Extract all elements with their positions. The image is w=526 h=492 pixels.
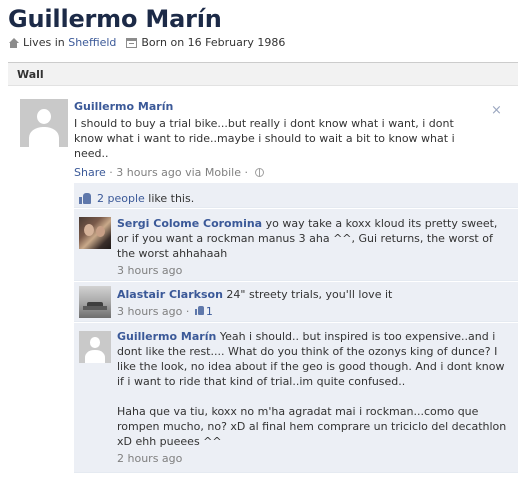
comment-author-link[interactable]: Guillermo Marín xyxy=(117,330,216,343)
commenter-avatar[interactable] xyxy=(79,286,111,318)
post-meta: Share · 3 hours ago via Mobile · xyxy=(74,166,264,179)
birthday-label: Born on 16 February 1986 xyxy=(141,36,286,49)
house-icon xyxy=(8,37,19,48)
comment-meta: 3 hours ago · 1 xyxy=(117,304,507,319)
commenter-avatar[interactable] xyxy=(79,217,111,249)
comment-timestamp[interactable]: 3 hours ago xyxy=(117,263,507,278)
comment-like-count[interactable]: 1 xyxy=(206,305,213,318)
profile-name: Guillermo Marín xyxy=(8,5,222,33)
comment-item: Sergi Colome Coromina yo way take a koxx… xyxy=(74,209,518,281)
feedback-section: 2 people like this. Sergi Colome Coromin… xyxy=(74,183,518,473)
comment-text: 24" streety trials, you'll love it xyxy=(226,288,393,301)
default-profile-silhouette-icon xyxy=(79,331,111,363)
comment-timestamp[interactable]: 2 hours ago xyxy=(117,451,507,466)
like-suffix: like this. xyxy=(144,191,195,205)
tab-wall[interactable]: Wall xyxy=(17,68,44,81)
comment-author-link[interactable]: Alastair Clarkson xyxy=(117,288,223,301)
wall-tab-bar: Wall xyxy=(8,62,518,86)
post-author-avatar[interactable] xyxy=(20,99,68,147)
comment-body: Alastair Clarkson 24" streety trials, yo… xyxy=(117,287,507,319)
lives-in-label: Lives in xyxy=(23,36,65,49)
comment-item: Alastair Clarkson 24" streety trials, yo… xyxy=(74,282,518,322)
share-link[interactable]: Share xyxy=(74,166,106,179)
comment-body: Sergi Colome Coromina yo way take a koxx… xyxy=(117,216,507,278)
post-text: I should to buy a trial bike...but reall… xyxy=(74,117,455,160)
close-icon[interactable]: × xyxy=(491,103,502,118)
profile-info: Lives in Sheffield Born on 16 February 1… xyxy=(8,36,285,49)
calendar-icon xyxy=(126,37,138,48)
likers-link[interactable]: 2 people xyxy=(97,192,145,205)
default-profile-silhouette-icon xyxy=(20,99,68,147)
post-author-link[interactable]: Guillermo Marín xyxy=(74,100,173,113)
meta-separator: · xyxy=(105,166,117,179)
city-link[interactable]: Sheffield xyxy=(68,36,116,49)
meta-separator: · xyxy=(182,305,193,318)
comment-body: Guillermo Marín Yeah i should.. but insp… xyxy=(117,329,507,466)
comment-item: Guillermo Marín Yeah i should.. but insp… xyxy=(74,323,518,473)
globe-icon xyxy=(254,168,264,177)
commenter-avatar[interactable] xyxy=(79,331,111,363)
meta-separator: · xyxy=(241,166,252,179)
like-summary-row: 2 people like this. xyxy=(74,183,518,208)
post-timestamp[interactable]: 3 hours ago via Mobile xyxy=(116,166,241,179)
comment-text-continued: Haha que va tiu, koxx no m'ha agradat ma… xyxy=(117,405,507,448)
comment-author-link[interactable]: Sergi Colome Coromina xyxy=(117,217,262,230)
thumbs-up-icon xyxy=(194,306,204,315)
thumbs-up-icon xyxy=(79,192,92,204)
comment-timestamp[interactable]: 3 hours ago xyxy=(117,305,182,318)
